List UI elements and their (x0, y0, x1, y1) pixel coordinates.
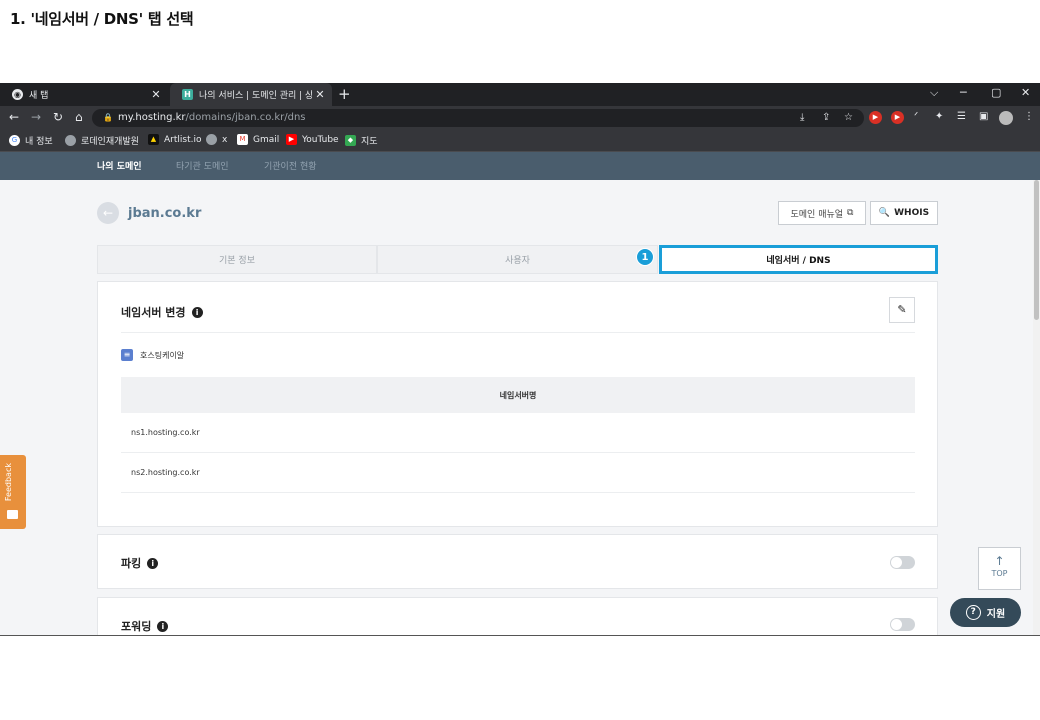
bookmark-item[interactable]: M Gmail (237, 134, 279, 145)
globe-icon (65, 135, 76, 146)
url-host: my.hosting.kr (118, 112, 186, 123)
bookmark-item[interactable]: ▲ Artlist.io (148, 134, 201, 145)
maximize-icon[interactable]: ▢ (991, 86, 1001, 99)
reading-list-icon[interactable]: ☰ (957, 111, 966, 122)
minimize-icon[interactable]: ─ (960, 86, 967, 99)
page: 1. '네임서버 / DNS' 탭 선택 ◉ 새 탭 ✕ H 나의 서비스 | … (0, 0, 1040, 720)
browser-tab-new[interactable]: ◉ 새 탭 ✕ (0, 83, 168, 106)
forwarding-toggle[interactable] (890, 618, 915, 631)
browser-toolbar: ← → ↻ ⌂ 🔒 my.hosting.kr/domains/jban.co.… (0, 106, 1040, 129)
domain-title: jban.co.kr (128, 206, 202, 221)
parking-card: 파킹 i (97, 534, 938, 589)
arrow-up-icon: ↑ (994, 554, 1005, 568)
scrollbar-thumb[interactable] (1034, 180, 1039, 320)
address-bar[interactable]: 🔒 my.hosting.kr/domains/jban.co.kr/dns ⤓… (92, 109, 864, 127)
google-icon: G (9, 135, 20, 146)
tab-search-icon[interactable]: ⌵ (930, 86, 938, 100)
page-scrollbar[interactable] (1033, 180, 1040, 635)
nav-transfer-status[interactable]: 기관이전 현황 (264, 159, 317, 172)
nameserver-table: 네임서버명 ns1.hosting.co.kr ns2.hosting.co.k… (121, 377, 915, 493)
browser-tab-label: 나의 서비스 | 도메인 관리 | 상세 (199, 91, 312, 101)
back-icon[interactable]: ← (9, 110, 19, 124)
support-button[interactable]: ? 지원 (950, 598, 1021, 627)
extension-icon[interactable]: ᐟ (914, 111, 918, 122)
tab-basic-info[interactable]: 기본 정보 (97, 245, 377, 274)
maps-icon: ◆ (345, 135, 356, 146)
external-link-icon: ⧉ (847, 208, 854, 218)
step-badge: 1 (636, 248, 654, 266)
menu-icon[interactable]: ⋮ (1024, 111, 1034, 122)
info-icon[interactable]: i (191, 306, 203, 318)
table-row: ns1.hosting.co.kr (121, 413, 915, 453)
feedback-tab[interactable]: Feedback (0, 455, 26, 529)
info-icon[interactable]: i (157, 620, 169, 632)
tab-strip: ◉ 새 탭 ✕ H 나의 서비스 | 도메인 관리 | 상세 ✕ + ⌵ ─ ▢… (0, 83, 1040, 106)
browser-tab-hosting[interactable]: H 나의 서비스 | 도메인 관리 | 상세 ✕ (170, 83, 332, 106)
nameserver-card: 네임서버 변경 i ✎ ≡ 호스팅케이알 네임서버명 ns1.hosting.c… (97, 281, 938, 527)
share-icon[interactable]: ⇪ (822, 109, 830, 127)
bookmark-item[interactable]: ▶ YouTube (286, 134, 339, 145)
parking-toggle[interactable] (890, 556, 915, 569)
card-title: 파킹 i (121, 555, 159, 571)
detail-tabs: 기본 정보 사용자 네임서버 / DNS 1 (97, 245, 938, 274)
main-content: ← jban.co.kr 도메인 매뉴얼 ⧉ 🔍 WHOIS 기본 정보 사용자… (0, 180, 1040, 635)
table-row: ns2.hosting.co.kr (121, 453, 915, 493)
back-arrow-icon[interactable]: ← (97, 202, 119, 224)
edit-button[interactable]: ✎ (889, 297, 915, 323)
nav-other-domains[interactable]: 타기관 도메인 (176, 159, 229, 172)
close-icon[interactable]: ✕ (312, 88, 328, 101)
bookmark-item[interactable]: 로데인재개발원 (65, 134, 139, 147)
feedback-label: Feedback (4, 463, 13, 502)
extension-play-icon[interactable]: ▶ (891, 111, 904, 124)
bookmark-star-icon[interactable]: ☆ (844, 109, 853, 127)
whois-button[interactable]: 🔍 WHOIS (870, 201, 938, 225)
nav-my-domains[interactable]: 나의 도메인 (97, 159, 142, 172)
gmail-icon: M (237, 134, 248, 145)
forwarding-card: 포워딩 i (97, 597, 938, 635)
home-icon[interactable]: ⌂ (75, 110, 83, 124)
avatar[interactable] (999, 111, 1013, 125)
browser-tab-label: 새 탭 (29, 91, 49, 101)
site-nav: 나의 도메인 타기관 도메인 기관이전 현황 (0, 152, 1040, 180)
globe-icon (206, 134, 217, 145)
tab-users[interactable]: 사용자 (377, 245, 658, 274)
search-globe-icon: 🔍 (878, 208, 891, 218)
table-header: 네임서버명 (121, 377, 915, 413)
scroll-top-button[interactable]: ↑ TOP (978, 547, 1021, 590)
hosting-favicon: H (182, 89, 193, 100)
extension-record-icon[interactable]: ▶ (869, 111, 882, 124)
domain-manual-button[interactable]: 도메인 매뉴얼 ⧉ (778, 201, 866, 225)
bookmark-item[interactable]: ◆ 지도 (345, 134, 378, 147)
browser-window: ◉ 새 탭 ✕ H 나의 서비스 | 도메인 관리 | 상세 ✕ + ⌵ ─ ▢… (0, 83, 1040, 636)
message-icon (7, 510, 18, 519)
new-tab-button[interactable]: + (338, 85, 351, 103)
bookmark-item[interactable]: x (206, 134, 227, 145)
help-icon: ? (965, 605, 981, 620)
bookmarks-bar: G내 정보 로데인재개발원 ▲ Artlist.io x M Gmail ▶ YouT… (0, 129, 1040, 152)
nameserver-group: ≡ 호스팅케이알 (121, 349, 184, 361)
card-title: 네임서버 변경 i (121, 304, 203, 320)
artlist-icon: ▲ (148, 134, 159, 145)
window-close-icon[interactable]: ✕ (1021, 86, 1030, 99)
chrome-icon: ◉ (12, 89, 23, 100)
pencil-icon: ✎ (897, 303, 907, 316)
youtube-icon: ▶ (286, 134, 297, 145)
forward-icon[interactable]: → (31, 110, 41, 124)
list-icon: ≡ (121, 349, 133, 361)
tab-nameserver-dns[interactable]: 네임서버 / DNS (659, 245, 938, 274)
puzzle-icon[interactable]: ✦ (935, 111, 943, 122)
reload-icon[interactable]: ↻ (53, 110, 63, 124)
install-icon[interactable]: ⤓ (800, 109, 804, 127)
divider (121, 332, 915, 333)
url-path: /domains/jban.co.kr/dns (185, 112, 306, 123)
step-title: 1. '네임서버 / DNS' 탭 선택 (10, 10, 194, 28)
info-icon[interactable]: i (147, 557, 159, 569)
lock-icon: 🔒 (103, 113, 113, 122)
bookmark-item[interactable]: G내 정보 (9, 134, 53, 147)
side-panel-icon[interactable]: ▣ (979, 111, 988, 122)
card-title: 포워딩 i (121, 618, 169, 634)
close-icon[interactable]: ✕ (148, 88, 164, 101)
